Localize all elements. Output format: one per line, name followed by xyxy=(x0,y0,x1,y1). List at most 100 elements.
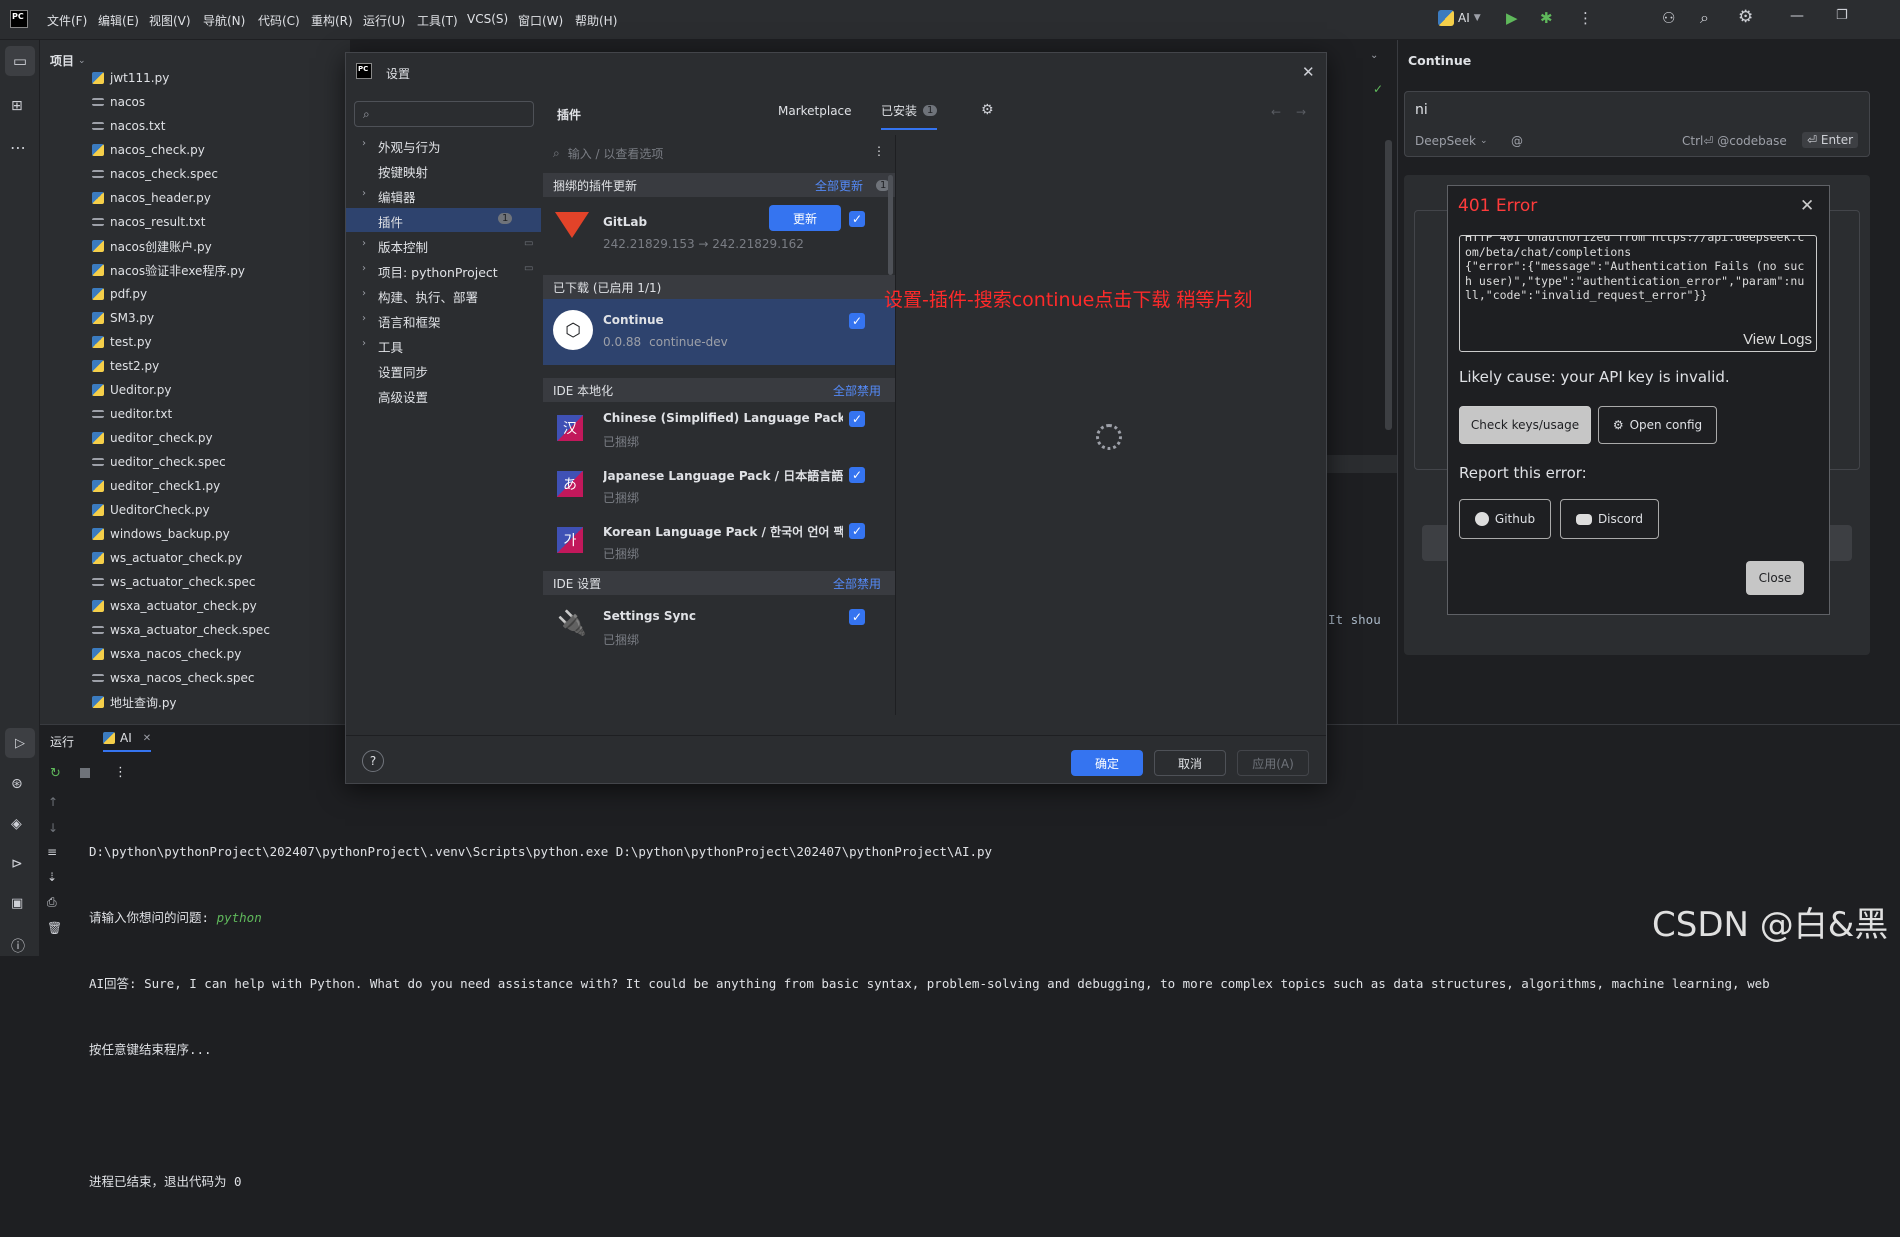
gear-icon[interactable]: ⚙ xyxy=(1738,7,1753,27)
file-tree-item[interactable]: nacos_header.py xyxy=(92,188,211,208)
plugin-gitlab[interactable]: GitLab 242.21829.153 → 242.21829.162 更新 … xyxy=(543,197,895,263)
file-tree-item[interactable]: ueditor.txt xyxy=(92,404,172,424)
file-tree-item[interactable]: test2.py xyxy=(92,356,159,376)
file-tree-item[interactable]: ueditor_check.py xyxy=(92,428,213,448)
plugin-settings-sync[interactable]: 🔌 Settings Sync 已捆绑 ✓ xyxy=(543,595,895,655)
cancel-button[interactable]: 取消 xyxy=(1154,750,1226,776)
print-icon[interactable]: ⎙ xyxy=(47,895,57,910)
settings-nav-item[interactable]: › 工具 xyxy=(346,333,541,357)
menu-item[interactable]: VCS(S) xyxy=(467,12,508,26)
at-mention-icon[interactable]: @ xyxy=(1511,134,1523,148)
tab-installed[interactable]: 已安装 1 xyxy=(881,102,938,130)
file-tree-item[interactable]: wsxa_actuator_check.spec xyxy=(92,620,270,640)
plugin-enabled-checkbox[interactable]: ✓ xyxy=(849,313,865,329)
minimize-icon[interactable]: — xyxy=(1790,8,1804,24)
more-tools-icon[interactable]: ⋯ xyxy=(10,138,26,157)
file-tree-item[interactable]: wsxa_nacos_check.spec xyxy=(92,668,254,688)
plugin-language-pack[interactable]: 가 Korean Language Pack / 한국어 언어 팩 已捆绑 ✓ xyxy=(543,515,895,571)
plugin-language-pack[interactable]: あ Japanese Language Pack / 日本語言語... 已捆绑 ✓ xyxy=(543,459,895,515)
disable-all-link[interactable]: 全部禁用 xyxy=(833,575,881,592)
close-icon[interactable]: ✕ xyxy=(143,733,151,744)
ai-run-tab[interactable]: AI ✕ xyxy=(103,731,152,752)
menu-item[interactable]: 帮助(H) xyxy=(575,12,617,29)
chevron-down-icon[interactable]: ⌄ xyxy=(1370,50,1378,61)
open-config-button[interactable]: ⚙ Open config xyxy=(1598,406,1717,444)
close-button[interactable]: Close xyxy=(1746,561,1804,595)
layers-icon[interactable]: ◈ xyxy=(11,816,22,832)
trash-icon[interactable]: 🗑 xyxy=(47,921,62,935)
file-tree-item[interactable]: ueditor_check1.py xyxy=(92,476,220,496)
gear-icon[interactable]: ⚙ xyxy=(981,102,994,118)
file-tree-item[interactable]: nacos_check.spec xyxy=(92,164,218,184)
check-keys-button[interactable]: Check keys/usage xyxy=(1459,406,1591,444)
view-logs-link[interactable]: View Logs xyxy=(1743,333,1812,348)
file-tree-item[interactable]: ws_actuator_check.spec xyxy=(92,572,255,592)
rerun-icon[interactable]: ↻ xyxy=(50,766,61,781)
plugin-enabled-checkbox[interactable]: ✓ xyxy=(849,211,865,227)
settings-nav-item[interactable]: › 项目: pythonProject ▭ xyxy=(346,258,541,282)
file-tree-item[interactable]: ueditor_check.spec xyxy=(92,452,226,472)
file-tree-item[interactable]: jwt111.py xyxy=(92,68,169,88)
more-icon[interactable]: ⋮ xyxy=(114,765,127,780)
plugin-enabled-checkbox[interactable]: ✓ xyxy=(849,467,865,483)
continue-input-box[interactable]: ni DeepSeek ⌄ @ Ctrl⏎ @codebase ⏎ Enter xyxy=(1404,91,1870,157)
tab-marketplace[interactable]: Marketplace xyxy=(778,104,852,118)
forward-arrow-icon[interactable]: → xyxy=(1296,105,1306,119)
plugin-filter-input[interactable]: ⌕ 输入 / 以查看选项 xyxy=(553,141,883,165)
project-header[interactable]: 项目 ⌄ xyxy=(50,52,86,69)
structure-icon[interactable]: ⊞ xyxy=(11,98,23,114)
add-user-icon[interactable]: ⚇ xyxy=(1662,9,1675,27)
menu-item[interactable]: 工具(T) xyxy=(417,12,458,29)
file-tree-item[interactable]: SM3.py xyxy=(92,308,154,328)
arrow-down-icon[interactable]: ↓ xyxy=(48,821,58,835)
run-tab[interactable]: 运行 xyxy=(50,733,74,750)
settings-nav-item[interactable]: › 构建、执行、部署 xyxy=(346,283,541,307)
settings-nav-item[interactable]: › 版本控制 ▭ xyxy=(346,233,541,257)
python-console-icon[interactable]: ⊛ xyxy=(11,776,23,792)
disable-all-link[interactable]: 全部禁用 xyxy=(833,382,881,399)
settings-nav-item[interactable]: › 编辑器 xyxy=(346,183,541,207)
settings-nav-item[interactable]: 高级设置 xyxy=(346,383,541,407)
terminal-icon[interactable]: ▣ xyxy=(11,896,23,911)
restore-icon[interactable]: ❐ xyxy=(1836,8,1848,23)
menu-item[interactable]: 窗口(W) xyxy=(518,12,563,29)
wrap-icon[interactable]: ≡ xyxy=(47,845,57,859)
settings-nav-item[interactable]: 设置同步 xyxy=(346,358,541,382)
more-icon[interactable]: ⋮ xyxy=(873,144,885,158)
back-arrow-icon[interactable]: ← xyxy=(1271,105,1281,119)
plugin-language-pack[interactable]: 汉 Chinese (Simplified) Language Pack ... 已… xyxy=(543,403,895,459)
file-tree-item[interactable]: UeditorCheck.py xyxy=(92,500,210,520)
update-all-link[interactable]: 全部更新 xyxy=(815,177,863,194)
codebase-shortcut[interactable]: Ctrl⏎ @codebase xyxy=(1682,134,1787,148)
file-tree-item[interactable]: nacos.txt xyxy=(92,116,165,136)
run-panel-icon[interactable]: ▷ xyxy=(5,728,35,758)
github-button[interactable]: Github xyxy=(1459,499,1551,539)
folder-icon[interactable]: ▭ xyxy=(5,46,35,76)
enter-button[interactable]: ⏎ Enter xyxy=(1802,132,1859,148)
file-tree-item[interactable]: ws_actuator_check.py xyxy=(92,548,242,568)
file-tree-item[interactable]: pdf.py xyxy=(92,284,147,304)
settings-search-input[interactable]: ⌕ xyxy=(354,101,534,127)
file-tree-item[interactable]: wsxa_nacos_check.py xyxy=(92,644,241,664)
menu-item[interactable]: 重构(R) xyxy=(311,12,353,29)
file-tree-item[interactable]: nacos验证非exe程序.py xyxy=(92,260,245,280)
close-icon[interactable]: ✕ xyxy=(1800,196,1814,216)
debug-icon[interactable]: ✱ xyxy=(1540,9,1553,27)
menu-item[interactable]: 运行(U) xyxy=(363,12,405,29)
plugin-enabled-checkbox[interactable]: ✓ xyxy=(849,523,865,539)
run-icon[interactable]: ▶ xyxy=(1506,9,1518,27)
apply-button[interactable]: 应用(A) xyxy=(1237,750,1309,776)
discord-button[interactable]: Discord xyxy=(1560,499,1659,539)
close-icon[interactable]: ✕ xyxy=(1302,63,1315,81)
menu-item[interactable]: 代码(C) xyxy=(258,12,300,29)
plugin-continue[interactable]: ⬡ Continue 0.0.88 continue-dev ✓ xyxy=(543,299,895,365)
file-tree-item[interactable]: Ueditor.py xyxy=(92,380,172,400)
menu-item[interactable]: 视图(V) xyxy=(149,12,191,29)
settings-nav-item[interactable]: › 外观与行为 xyxy=(346,133,541,157)
file-tree-item[interactable]: 地址查询.py xyxy=(92,692,177,712)
stop-icon[interactable] xyxy=(80,768,90,778)
editor-scrollbar[interactable] xyxy=(1385,140,1392,430)
settings-nav-item[interactable]: 插件 1 xyxy=(346,208,541,232)
plugin-enabled-checkbox[interactable]: ✓ xyxy=(849,609,865,625)
file-tree-item[interactable]: test.py xyxy=(92,332,152,352)
